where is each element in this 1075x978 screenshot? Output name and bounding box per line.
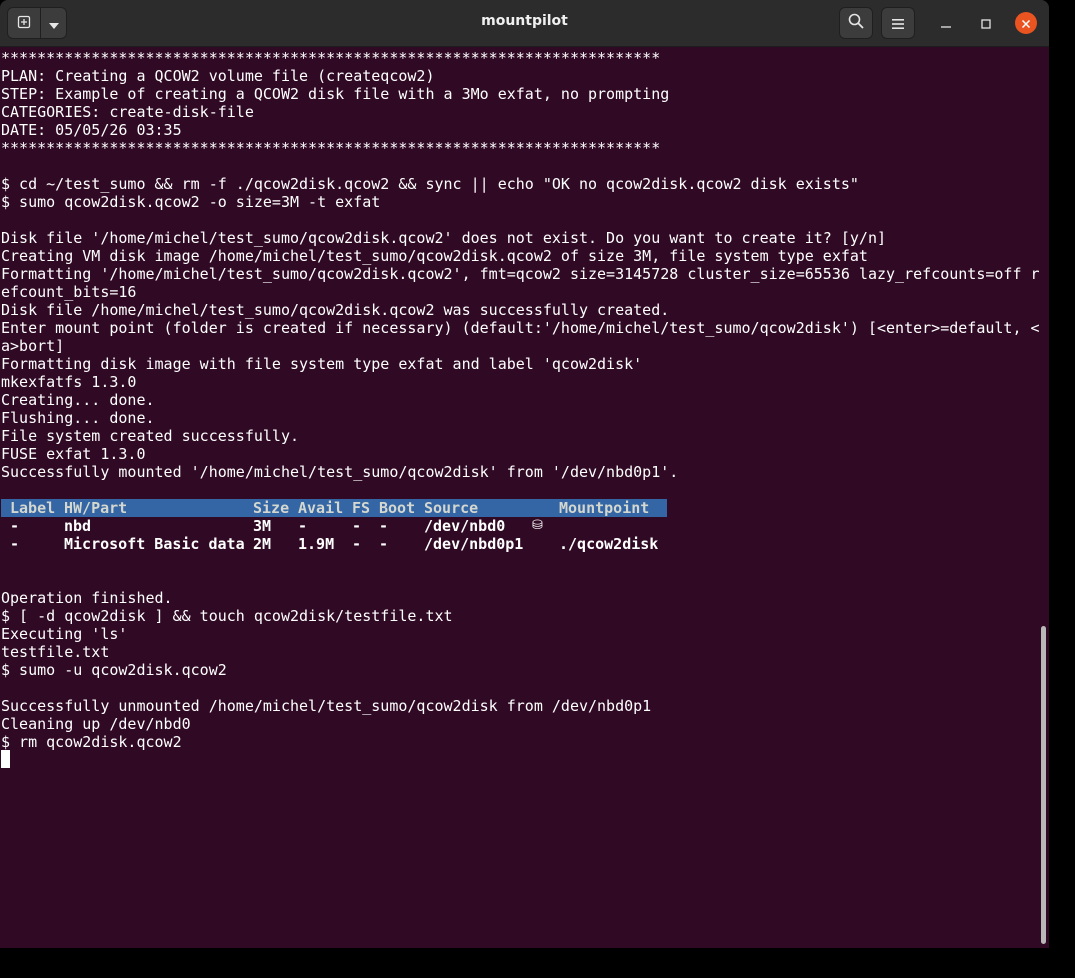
terminal-output[interactable]: ****************************************… bbox=[0, 46, 1040, 948]
terminal-line: Successfully mounted '/home/michel/test_… bbox=[1, 463, 679, 481]
terminal-line: DATE: 05/05/26 03:35 bbox=[1, 121, 182, 139]
terminal-line: Formatting '/home/michel/test_sumo/qcow2… bbox=[1, 265, 1040, 283]
hamburger-menu-icon bbox=[892, 14, 904, 33]
terminal-line: mkexfatfs 1.3.0 bbox=[1, 373, 137, 391]
table-cell: /dev/nbd0 bbox=[424, 517, 506, 535]
terminal-window: mountpilot *****************************… bbox=[0, 0, 1049, 948]
table-cell: 3M bbox=[253, 517, 272, 535]
table-cell: /dev/nbd0p1 bbox=[424, 535, 524, 553]
col-header-source: Source bbox=[424, 499, 479, 517]
table-cell: 1.9M bbox=[298, 535, 335, 553]
new-tab-button[interactable] bbox=[7, 7, 41, 39]
table-cell: nbd bbox=[64, 517, 92, 535]
terminal-line: Operation finished. bbox=[1, 589, 173, 607]
terminal-line: $ cd ~/test_sumo && rm -f ./qcow2disk.qc… bbox=[1, 175, 859, 193]
terminal-line: CATEGORIES: create-disk-file bbox=[1, 103, 254, 121]
terminal-line: a>bort] bbox=[1, 337, 65, 355]
col-header-label: Label bbox=[10, 499, 56, 517]
scrollbar-thumb[interactable] bbox=[1041, 626, 1046, 944]
terminal-line: Cleaning up /dev/nbd0 bbox=[1, 715, 191, 733]
terminal-line: $ sumo qcow2disk.qcow2 -o size=3M -t exf… bbox=[1, 193, 381, 211]
maximize-icon bbox=[981, 14, 991, 33]
terminal-line: $ [ -d qcow2disk ] && touch qcow2disk/te… bbox=[1, 607, 453, 625]
terminal-line: ****************************************… bbox=[1, 139, 661, 157]
terminal-line: Creating VM disk image /home/michel/test… bbox=[1, 247, 868, 265]
terminal-line: FUSE exfat 1.3.0 bbox=[1, 445, 146, 463]
terminal-line: ****************************************… bbox=[1, 49, 661, 67]
terminal-line: Enter mount point (folder is created if … bbox=[1, 319, 1040, 337]
col-header-mountpoint: Mountpoint bbox=[559, 499, 650, 517]
terminal-line: Disk file /home/michel/test_sumo/qcow2di… bbox=[1, 301, 670, 319]
table-cell: - bbox=[10, 535, 20, 553]
maximize-button[interactable] bbox=[975, 12, 997, 34]
table-cell: - bbox=[298, 517, 308, 535]
minimize-button[interactable] bbox=[935, 12, 957, 34]
terminal-line: efcount_bits=16 bbox=[1, 283, 137, 301]
table-cell: - bbox=[10, 517, 20, 535]
search-icon bbox=[848, 13, 864, 33]
table-cell: - bbox=[379, 535, 389, 553]
terminal-line: PLAN: Creating a QCOW2 volume file (crea… bbox=[1, 67, 435, 85]
chevron-down-icon bbox=[48, 14, 59, 33]
table-cell: - bbox=[352, 517, 362, 535]
minimize-icon bbox=[941, 14, 951, 33]
terminal-line: Creating... done. bbox=[1, 391, 155, 409]
close-icon bbox=[1021, 14, 1031, 33]
col-header-fs: FS bbox=[352, 499, 371, 517]
table-cell: - bbox=[379, 517, 389, 535]
search-button[interactable] bbox=[839, 7, 873, 39]
table-cell: Microsoft Basic data bbox=[64, 535, 245, 553]
disk-icon: ⛁ bbox=[532, 518, 543, 533]
tab-menu-button[interactable] bbox=[40, 7, 67, 39]
terminal-line: Disk file '/home/michel/test_sumo/qcow2d… bbox=[1, 229, 887, 247]
col-header-boot: Boot bbox=[379, 499, 416, 517]
terminal-line: Formatting disk image with file system t… bbox=[1, 355, 643, 373]
title-bar: mountpilot bbox=[0, 0, 1049, 47]
terminal-line: $ rm qcow2disk.qcow2 bbox=[1, 733, 182, 751]
terminal-line: Flushing... done. bbox=[1, 409, 155, 427]
col-header-hwpart: HW/Part bbox=[64, 499, 128, 517]
table-cell: 2M bbox=[253, 535, 272, 553]
terminal-line: testfile.txt bbox=[1, 643, 110, 661]
col-header-avail: Avail bbox=[298, 499, 344, 517]
terminal-line: Executing 'ls' bbox=[1, 625, 128, 643]
table-cell: ./qcow2disk bbox=[559, 535, 659, 553]
close-button[interactable] bbox=[1015, 12, 1037, 34]
menu-button[interactable] bbox=[881, 7, 915, 39]
new-tab-icon bbox=[17, 14, 31, 33]
text-cursor bbox=[1, 750, 10, 768]
table-cell: - bbox=[352, 535, 362, 553]
terminal-line: Successfully unmounted /home/michel/test… bbox=[1, 697, 652, 715]
terminal-line: File system created successfully. bbox=[1, 427, 300, 445]
terminal-line: $ sumo -u qcow2disk.qcow2 bbox=[1, 661, 227, 679]
terminal-line: STEP: Example of creating a QCOW2 disk f… bbox=[1, 85, 670, 103]
col-header-size: Size bbox=[253, 499, 290, 517]
